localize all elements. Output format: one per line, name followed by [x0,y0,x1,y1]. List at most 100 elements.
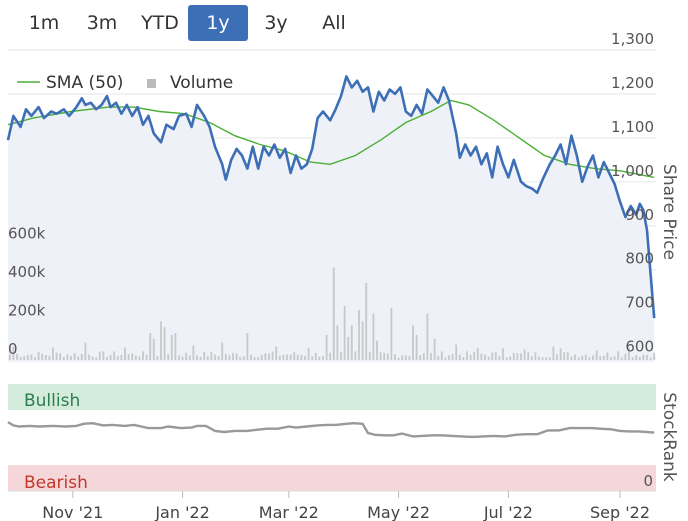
volume-bar [401,355,404,360]
volume-bar [617,351,620,360]
volume-bar [145,354,148,360]
volume-bar [300,354,303,360]
volume-bar [588,357,591,360]
volume-bar [419,355,422,360]
volume-bar [134,355,137,360]
price-tick-label: 1,300 [611,30,654,48]
volume-bar [440,351,443,360]
volume-bar [88,354,90,360]
volume-bar [170,334,173,360]
volume-tick-label: 200k [8,301,46,319]
volume-bar [196,355,198,360]
volume-bar [336,325,339,360]
volume-bar [314,352,317,360]
volume-bar [325,334,328,360]
volume-bar [235,353,238,360]
volume-bar [91,356,94,360]
volume-bar [282,354,285,360]
stockrank-axis-label: StockRank [659,392,679,482]
volume-bar [253,357,256,360]
volume-bar [73,353,76,360]
legend[interactable]: SMA (50) Volume [17,73,233,93]
price-tick-label: 1,100 [611,118,654,136]
volume-bar [502,348,504,360]
volume-bar [552,346,555,360]
x-tick-label: Jul '22 [483,503,533,521]
volume-bar [52,347,54,360]
x-tick-label: May '22 [367,503,430,521]
price-tick-label: 1,200 [611,74,654,92]
volume-bar [534,352,537,360]
volume-bar [347,336,350,360]
volume-bar [188,355,191,360]
volume-bar [599,356,602,360]
volume-bar [296,354,299,360]
volume-bar [498,355,501,360]
volume-bar [199,357,202,360]
volume-bar [390,307,393,360]
volume-bar [480,353,483,360]
volume-bar [322,355,324,360]
volume-bar [95,357,98,360]
volume-bar [34,357,36,360]
volume-bar [23,356,26,360]
volume-bar [19,356,22,360]
volume-bar [563,352,566,360]
volume-bar [62,357,65,360]
volume-bar [408,356,411,360]
volume-bar [113,351,116,360]
volume-bar [278,355,281,360]
volume-tick-label: 600k [8,224,46,242]
volume-bar [307,348,310,360]
volume-bar [444,357,447,360]
volume-bar [228,355,231,360]
stock-chart: 600 700 800 900 1,000 1,100 1,200 1,300 0 200k 40… [6,30,679,521]
volume-bar [242,356,245,360]
price-tick-label: 1,000 [611,162,654,180]
volume-bar [545,357,548,360]
volume-bar [246,333,249,360]
volume-bar [152,338,155,360]
volume-tick-label: 400k [8,263,46,281]
volume-bar [232,352,234,360]
volume-bar [606,352,609,360]
volume-bar [41,353,44,360]
x-tick-label: Mar '22 [259,503,319,521]
volume-bar [221,342,224,360]
volume-bar [577,357,580,360]
volume-bar [149,333,152,360]
x-tick-label: Sep '22 [590,503,650,521]
volume-bar [124,347,126,360]
volume-bar [466,351,468,360]
volume-bar [289,354,292,360]
volume-bar [131,353,134,360]
volume-bar [491,352,494,360]
volume-bar [635,355,638,360]
volume-bar [462,357,465,360]
volume-bar [98,351,101,360]
volume-bar [473,352,476,360]
volume-bar [37,352,40,360]
volume-bar [592,355,594,360]
stockrank-zero-tick: 0 [643,472,653,490]
volume-bar [260,355,263,360]
volume-bar [365,282,368,360]
volume-bar [156,356,159,360]
volume-bar [613,356,616,360]
x-tick-label: Jan '22 [154,503,210,521]
volume-bar [523,349,526,360]
volume-bar [559,348,562,360]
volume-bar [332,267,335,360]
volume-bar [48,355,51,360]
volume-bar [358,309,360,360]
volume-bar [520,353,522,360]
volume-bar [556,354,558,360]
volume-bar [203,351,206,360]
volume-bar [329,352,332,360]
volume-bar [404,355,407,360]
volume-bar [448,355,450,360]
volume-bar [505,357,508,360]
legend-sma-label[interactable]: SMA (50) [46,73,123,93]
legend-volume-label[interactable]: Volume [170,73,233,93]
volume-bar [412,325,414,360]
